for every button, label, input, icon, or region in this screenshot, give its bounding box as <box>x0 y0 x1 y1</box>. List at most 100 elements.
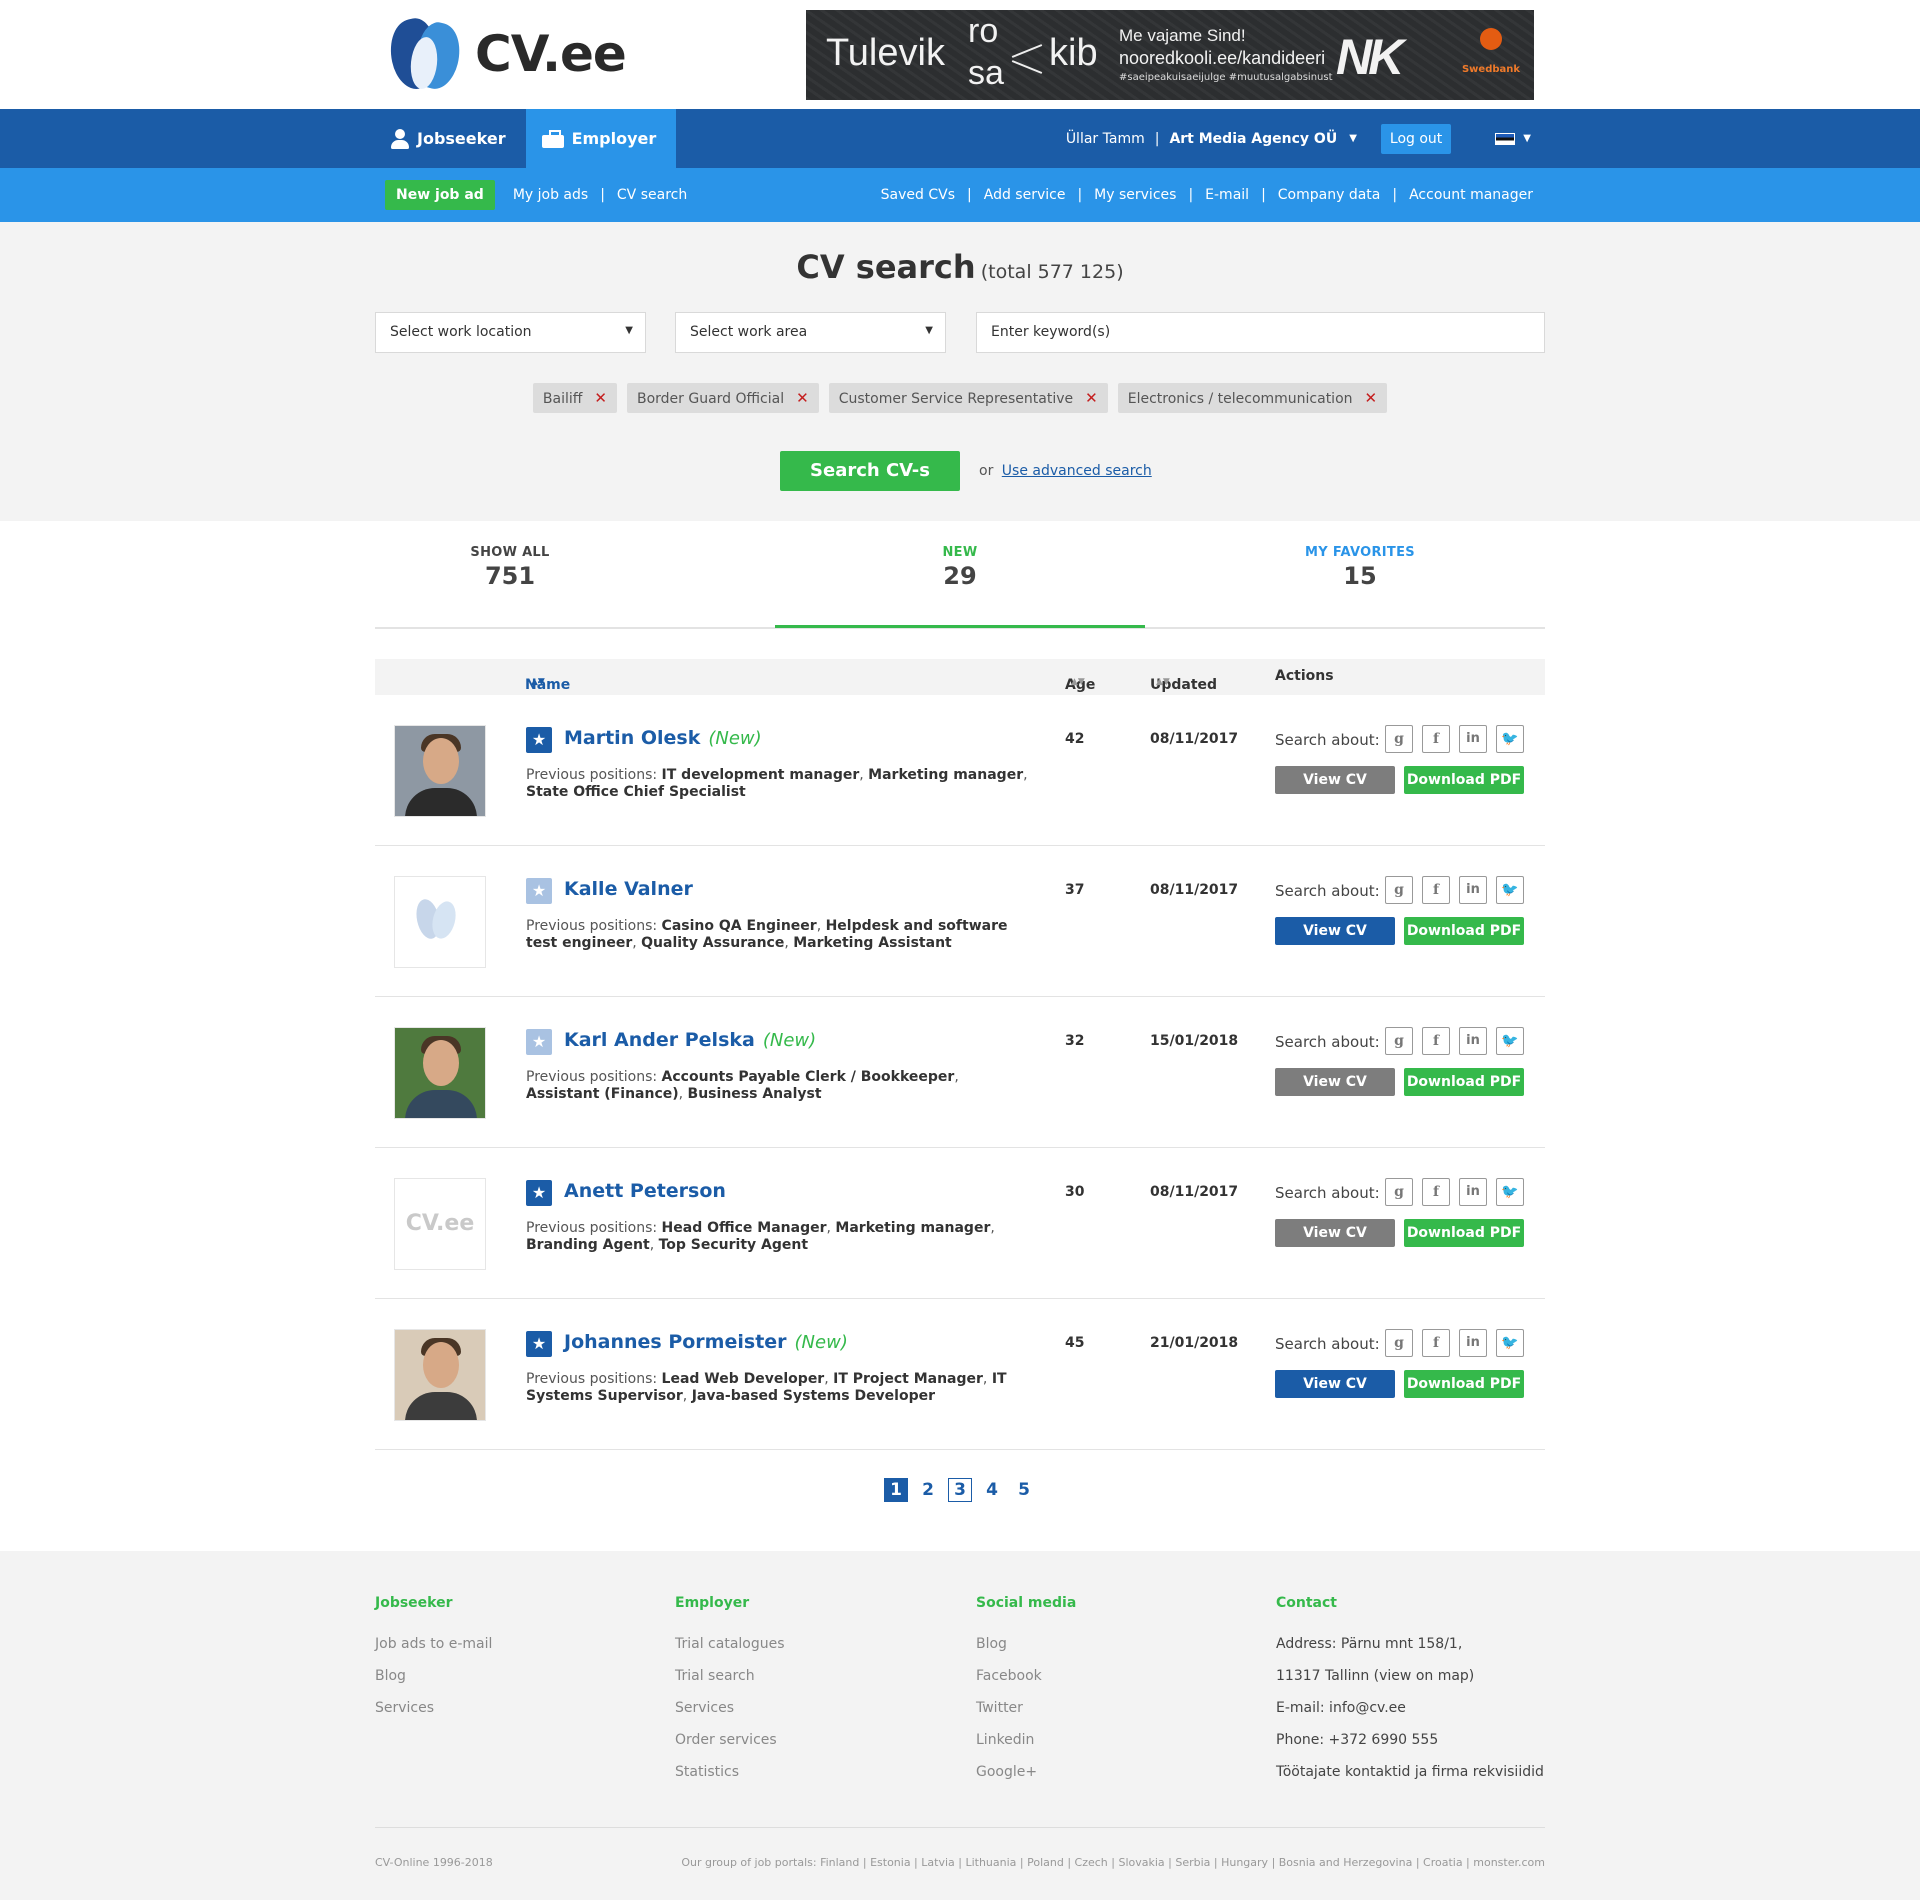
candidate-name[interactable]: Martin Olesk (New) <box>564 727 762 749</box>
close-icon[interactable]: ✕ <box>1085 389 1098 407</box>
page-link[interactable]: 5 <box>1012 1478 1036 1502</box>
footer-link[interactable]: Order services <box>675 1724 975 1756</box>
contact-line[interactable]: 11317 Tallinn (view on map) <box>1276 1660 1576 1692</box>
facebook-icon[interactable]: f <box>1422 725 1450 753</box>
work-location-select[interactable]: Select work location ▼ <box>375 312 646 353</box>
company-data-link[interactable]: Company data <box>1278 187 1381 203</box>
footer-link[interactable]: Blog <box>375 1660 675 1692</box>
avatar[interactable] <box>394 725 486 817</box>
page-link[interactable]: 1 <box>884 1478 908 1502</box>
chevron-down-icon[interactable]: ▼ <box>1349 133 1357 144</box>
advanced-search-link[interactable]: Use advanced search <box>1002 463 1152 479</box>
favorite-star-icon[interactable]: ★ <box>526 878 552 904</box>
linkedin-icon[interactable]: in <box>1459 876 1487 904</box>
new-job-ad-button[interactable]: New job ad <box>385 180 495 210</box>
download-pdf-button[interactable]: Download PDF <box>1404 1219 1524 1247</box>
candidate-name[interactable]: Kalle Valner <box>564 878 693 900</box>
email-link[interactable]: E-mail <box>1205 187 1249 203</box>
page-link[interactable]: 2 <box>916 1478 940 1502</box>
favorite-star-icon[interactable]: ★ <box>526 1331 552 1357</box>
favorite-star-icon[interactable]: ★ <box>526 1029 552 1055</box>
google-icon[interactable]: g <box>1385 1329 1413 1357</box>
twitter-icon[interactable]: 🐦 <box>1496 1329 1524 1357</box>
contact-line[interactable]: E-mail: info@cv.ee <box>1276 1692 1576 1724</box>
portal-group-links[interactable]: Our group of job portals: Finland | Esto… <box>681 1856 1545 1869</box>
cv-search-link[interactable]: CV search <box>617 187 687 203</box>
footer-link[interactable]: Linkedin <box>976 1724 1276 1756</box>
footer-link[interactable]: Job ads to e-mail <box>375 1628 675 1660</box>
footer-link[interactable]: Services <box>675 1692 975 1724</box>
google-icon[interactable]: g <box>1385 876 1413 904</box>
avatar-placeholder[interactable] <box>394 876 486 968</box>
chevron-down-icon[interactable]: ▼ <box>1523 133 1531 144</box>
user-name[interactable]: Üllar Tamm <box>1066 131 1145 147</box>
twitter-icon[interactable]: 🐦 <box>1496 876 1524 904</box>
view-cv-button[interactable]: View CV <box>1275 1370 1395 1398</box>
my-services-link[interactable]: My services <box>1094 187 1176 203</box>
keyword-input[interactable]: Enter keyword(s) <box>976 312 1545 353</box>
download-pdf-button[interactable]: Download PDF <box>1404 917 1524 945</box>
linkedin-icon[interactable]: in <box>1459 1178 1487 1206</box>
page-link[interactable]: 3 <box>948 1478 972 1502</box>
tab-show-all[interactable]: SHOW ALL 751 <box>375 545 645 590</box>
google-icon[interactable]: g <box>1385 1178 1413 1206</box>
view-cv-button[interactable]: View CV <box>1275 766 1395 794</box>
company-selector[interactable]: Art Media Agency OÜ <box>1169 131 1337 147</box>
facebook-icon[interactable]: f <box>1422 1329 1450 1357</box>
estonian-flag-icon[interactable] <box>1495 132 1516 145</box>
view-cv-button[interactable]: View CV <box>1275 1219 1395 1247</box>
avatar-placeholder[interactable]: CV.ee <box>394 1178 486 1270</box>
avatar[interactable] <box>394 1329 486 1421</box>
work-area-select[interactable]: Select work area ▼ <box>675 312 946 353</box>
download-pdf-button[interactable]: Download PDF <box>1404 766 1524 794</box>
footer-link[interactable]: Trial search <box>675 1660 975 1692</box>
footer-link[interactable]: Blog <box>976 1628 1276 1660</box>
dropdown-arrow-icon: ▼ <box>625 325 633 336</box>
saved-cvs-link[interactable]: Saved CVs <box>881 187 955 203</box>
facebook-icon[interactable]: f <box>1422 1027 1450 1055</box>
ad-banner[interactable]: Tulevik ro sa kib Me vajame Sind! noored… <box>806 10 1534 100</box>
close-icon[interactable]: ✕ <box>1365 389 1378 407</box>
facebook-icon[interactable]: f <box>1422 876 1450 904</box>
jobseeker-tab[interactable]: Jobseeker <box>375 109 526 168</box>
linkedin-icon[interactable]: in <box>1459 1027 1487 1055</box>
candidate-name[interactable]: Johannes Pormeister (New) <box>564 1331 848 1353</box>
facebook-icon[interactable]: f <box>1422 1178 1450 1206</box>
tab-new[interactable]: NEW 29 <box>775 545 1145 590</box>
close-icon[interactable]: ✕ <box>594 389 607 407</box>
candidate-name[interactable]: Anett Peterson <box>564 1180 726 1202</box>
google-icon[interactable]: g <box>1385 725 1413 753</box>
tab-my-favorites[interactable]: MY FAVORITES 15 <box>1175 545 1545 590</box>
linkedin-icon[interactable]: in <box>1459 725 1487 753</box>
employer-tab[interactable]: Employer <box>525 109 677 168</box>
footer-link[interactable]: Services <box>375 1692 675 1724</box>
site-logo[interactable]: CV.ee <box>384 14 627 94</box>
google-icon[interactable]: g <box>1385 1027 1413 1055</box>
view-cv-button[interactable]: View CV <box>1275 1068 1395 1096</box>
contact-line[interactable]: Töötajate kontaktid ja firma rekvisiidid <box>1276 1756 1576 1788</box>
footer-link[interactable]: Twitter <box>976 1692 1276 1724</box>
favorite-star-icon[interactable]: ★ <box>526 1180 552 1206</box>
footer-contact: Contact Address: Pärnu mnt 158/1, 11317 … <box>1276 1595 1576 1788</box>
footer-link[interactable]: Trial catalogues <box>675 1628 975 1660</box>
account-manager-link[interactable]: Account manager <box>1409 187 1533 203</box>
footer-link[interactable]: Statistics <box>675 1756 975 1788</box>
footer-link[interactable]: Google+ <box>976 1756 1276 1788</box>
logout-button[interactable]: Log out <box>1380 123 1452 154</box>
close-icon[interactable]: ✕ <box>796 389 809 407</box>
page-link[interactable]: 4 <box>980 1478 1004 1502</box>
twitter-icon[interactable]: 🐦 <box>1496 1178 1524 1206</box>
add-service-link[interactable]: Add service <box>984 187 1066 203</box>
footer-link[interactable]: Facebook <box>976 1660 1276 1692</box>
twitter-icon[interactable]: 🐦 <box>1496 1027 1524 1055</box>
favorite-star-icon[interactable]: ★ <box>526 727 552 753</box>
view-cv-button[interactable]: View CV <box>1275 917 1395 945</box>
linkedin-icon[interactable]: in <box>1459 1329 1487 1357</box>
candidate-name[interactable]: Karl Ander Pelska (New) <box>564 1029 816 1051</box>
download-pdf-button[interactable]: Download PDF <box>1404 1370 1524 1398</box>
avatar[interactable] <box>394 1027 486 1119</box>
twitter-icon[interactable]: 🐦 <box>1496 725 1524 753</box>
search-cvs-button[interactable]: Search CV-s <box>780 451 960 491</box>
my-job-ads-link[interactable]: My job ads <box>513 187 588 203</box>
download-pdf-button[interactable]: Download PDF <box>1404 1068 1524 1096</box>
